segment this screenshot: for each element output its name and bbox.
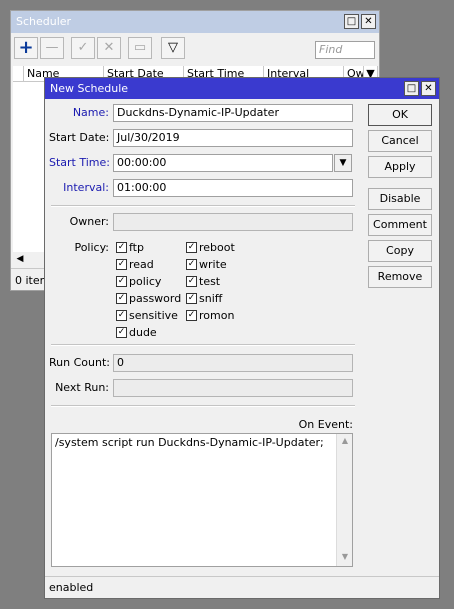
name-label: Name: — [72, 106, 109, 119]
disable-button[interactable]: ✕ — [97, 37, 121, 59]
policy-column-right: ✓ reboot ✓ write ✓ test ✓ sniff ✓ romon — [186, 241, 235, 322]
checkbox[interactable]: ✓ — [116, 310, 127, 321]
minus-icon: — — [45, 40, 59, 55]
checkbox[interactable]: ✓ — [116, 242, 127, 253]
editor-scrollbar[interactable]: ▲ ▼ — [336, 434, 352, 566]
dialog-status-bar: enabled — [45, 576, 439, 598]
check-icon: ✓ — [77, 40, 89, 55]
chevron-down-icon: ▼ — [339, 158, 347, 168]
filter-button[interactable]: ▽ — [161, 37, 185, 59]
maximize-icon: □ — [346, 16, 357, 27]
dialog-title-bar[interactable]: New Schedule — [45, 78, 439, 99]
plus-icon: + — [18, 37, 34, 58]
on-event-script-editor[interactable]: /system script run Duckdns-Dynamic-IP-Up… — [51, 433, 353, 567]
close-icon: ✕ — [364, 16, 373, 27]
checkbox[interactable]: ✓ — [116, 276, 127, 287]
cancel-button[interactable]: Cancel — [368, 130, 432, 152]
next-run-field — [113, 379, 353, 397]
checkbox[interactable]: ✓ — [186, 276, 197, 287]
comment-button[interactable]: Comment — [368, 214, 432, 236]
separator — [51, 344, 355, 346]
separator — [51, 205, 355, 207]
checkbox[interactable]: ✓ — [116, 293, 127, 304]
start-date-label: Start Date: — [49, 131, 110, 144]
checkbox[interactable]: ✓ — [186, 310, 197, 321]
policy-label: Policy: — [74, 241, 109, 254]
dialog-maximize-button[interactable]: □ — [404, 81, 419, 96]
separator — [51, 405, 355, 407]
disable-button[interactable]: Disable — [368, 188, 432, 210]
dialog-close-button[interactable]: ✕ — [421, 81, 436, 96]
remove-button[interactable]: Remove — [368, 266, 432, 288]
checkbox[interactable]: ✓ — [186, 259, 197, 270]
run-count-field: 0 — [113, 354, 353, 372]
interval-label: Interval: — [63, 181, 109, 194]
remove-button[interactable]: — — [40, 37, 64, 59]
dialog-title: New Schedule — [50, 82, 129, 95]
policy-column-left: ✓ ftp ✓ read ✓ policy ✓ password ✓ sensitive … — [116, 241, 182, 339]
maximize-button[interactable]: □ — [344, 14, 359, 29]
maximize-icon: □ — [406, 83, 417, 94]
comment-icon: ▭ — [133, 40, 147, 55]
scheduler-title-bar[interactable]: Scheduler — [11, 11, 379, 33]
owner-label: Owner: — [69, 215, 109, 228]
start-date-field[interactable]: Jul/30/2019 — [113, 129, 353, 147]
find-input[interactable]: Find — [315, 41, 375, 59]
start-time-dropdown-button[interactable]: ▼ — [334, 154, 352, 172]
scroll-down-icon[interactable]: ▼ — [337, 552, 353, 564]
ok-button[interactable]: OK — [368, 104, 432, 126]
on-event-script-text: /system script run Duckdns-Dynamic-IP-Up… — [55, 436, 324, 449]
filter-icon: ▽ — [168, 40, 178, 55]
checkbox[interactable]: ✓ — [116, 259, 127, 270]
status-text: enabled — [49, 581, 94, 594]
checkbox[interactable]: ✓ — [186, 242, 197, 253]
comment-button[interactable]: ▭ — [128, 37, 152, 59]
checkbox[interactable]: ✓ — [186, 293, 197, 304]
x-icon: ✕ — [103, 40, 115, 55]
name-field[interactable]: Duckdns-Dynamic-IP-Updater — [113, 104, 353, 122]
scheduler-title: Scheduler — [16, 15, 72, 28]
owner-field — [113, 213, 353, 231]
scroll-left-button[interactable]: ◀ — [13, 252, 27, 266]
close-button[interactable]: ✕ — [361, 14, 376, 29]
checkbox[interactable]: ✓ — [116, 327, 127, 338]
close-icon: ✕ — [424, 83, 433, 94]
interval-field[interactable]: 01:00:00 — [113, 179, 353, 197]
scroll-up-icon[interactable]: ▲ — [337, 436, 353, 448]
start-time-field[interactable]: 00:00:00 — [113, 154, 333, 172]
copy-button[interactable]: Copy — [368, 240, 432, 262]
add-button[interactable]: + — [14, 37, 38, 59]
apply-button[interactable]: Apply — [368, 156, 432, 178]
run-count-label: Run Count: — [49, 356, 110, 369]
new-schedule-dialog: New Schedule □ ✕ Name: Duckdns-Dynamic-I… — [44, 77, 440, 599]
on-event-label: On Event: — [298, 418, 353, 431]
start-time-label: Start Time: — [49, 156, 110, 169]
left-arrow-icon: ◀ — [16, 254, 24, 264]
next-run-label: Next Run: — [55, 381, 109, 394]
column-header-blank — [13, 66, 24, 82]
enable-button[interactable]: ✓ — [71, 37, 95, 59]
